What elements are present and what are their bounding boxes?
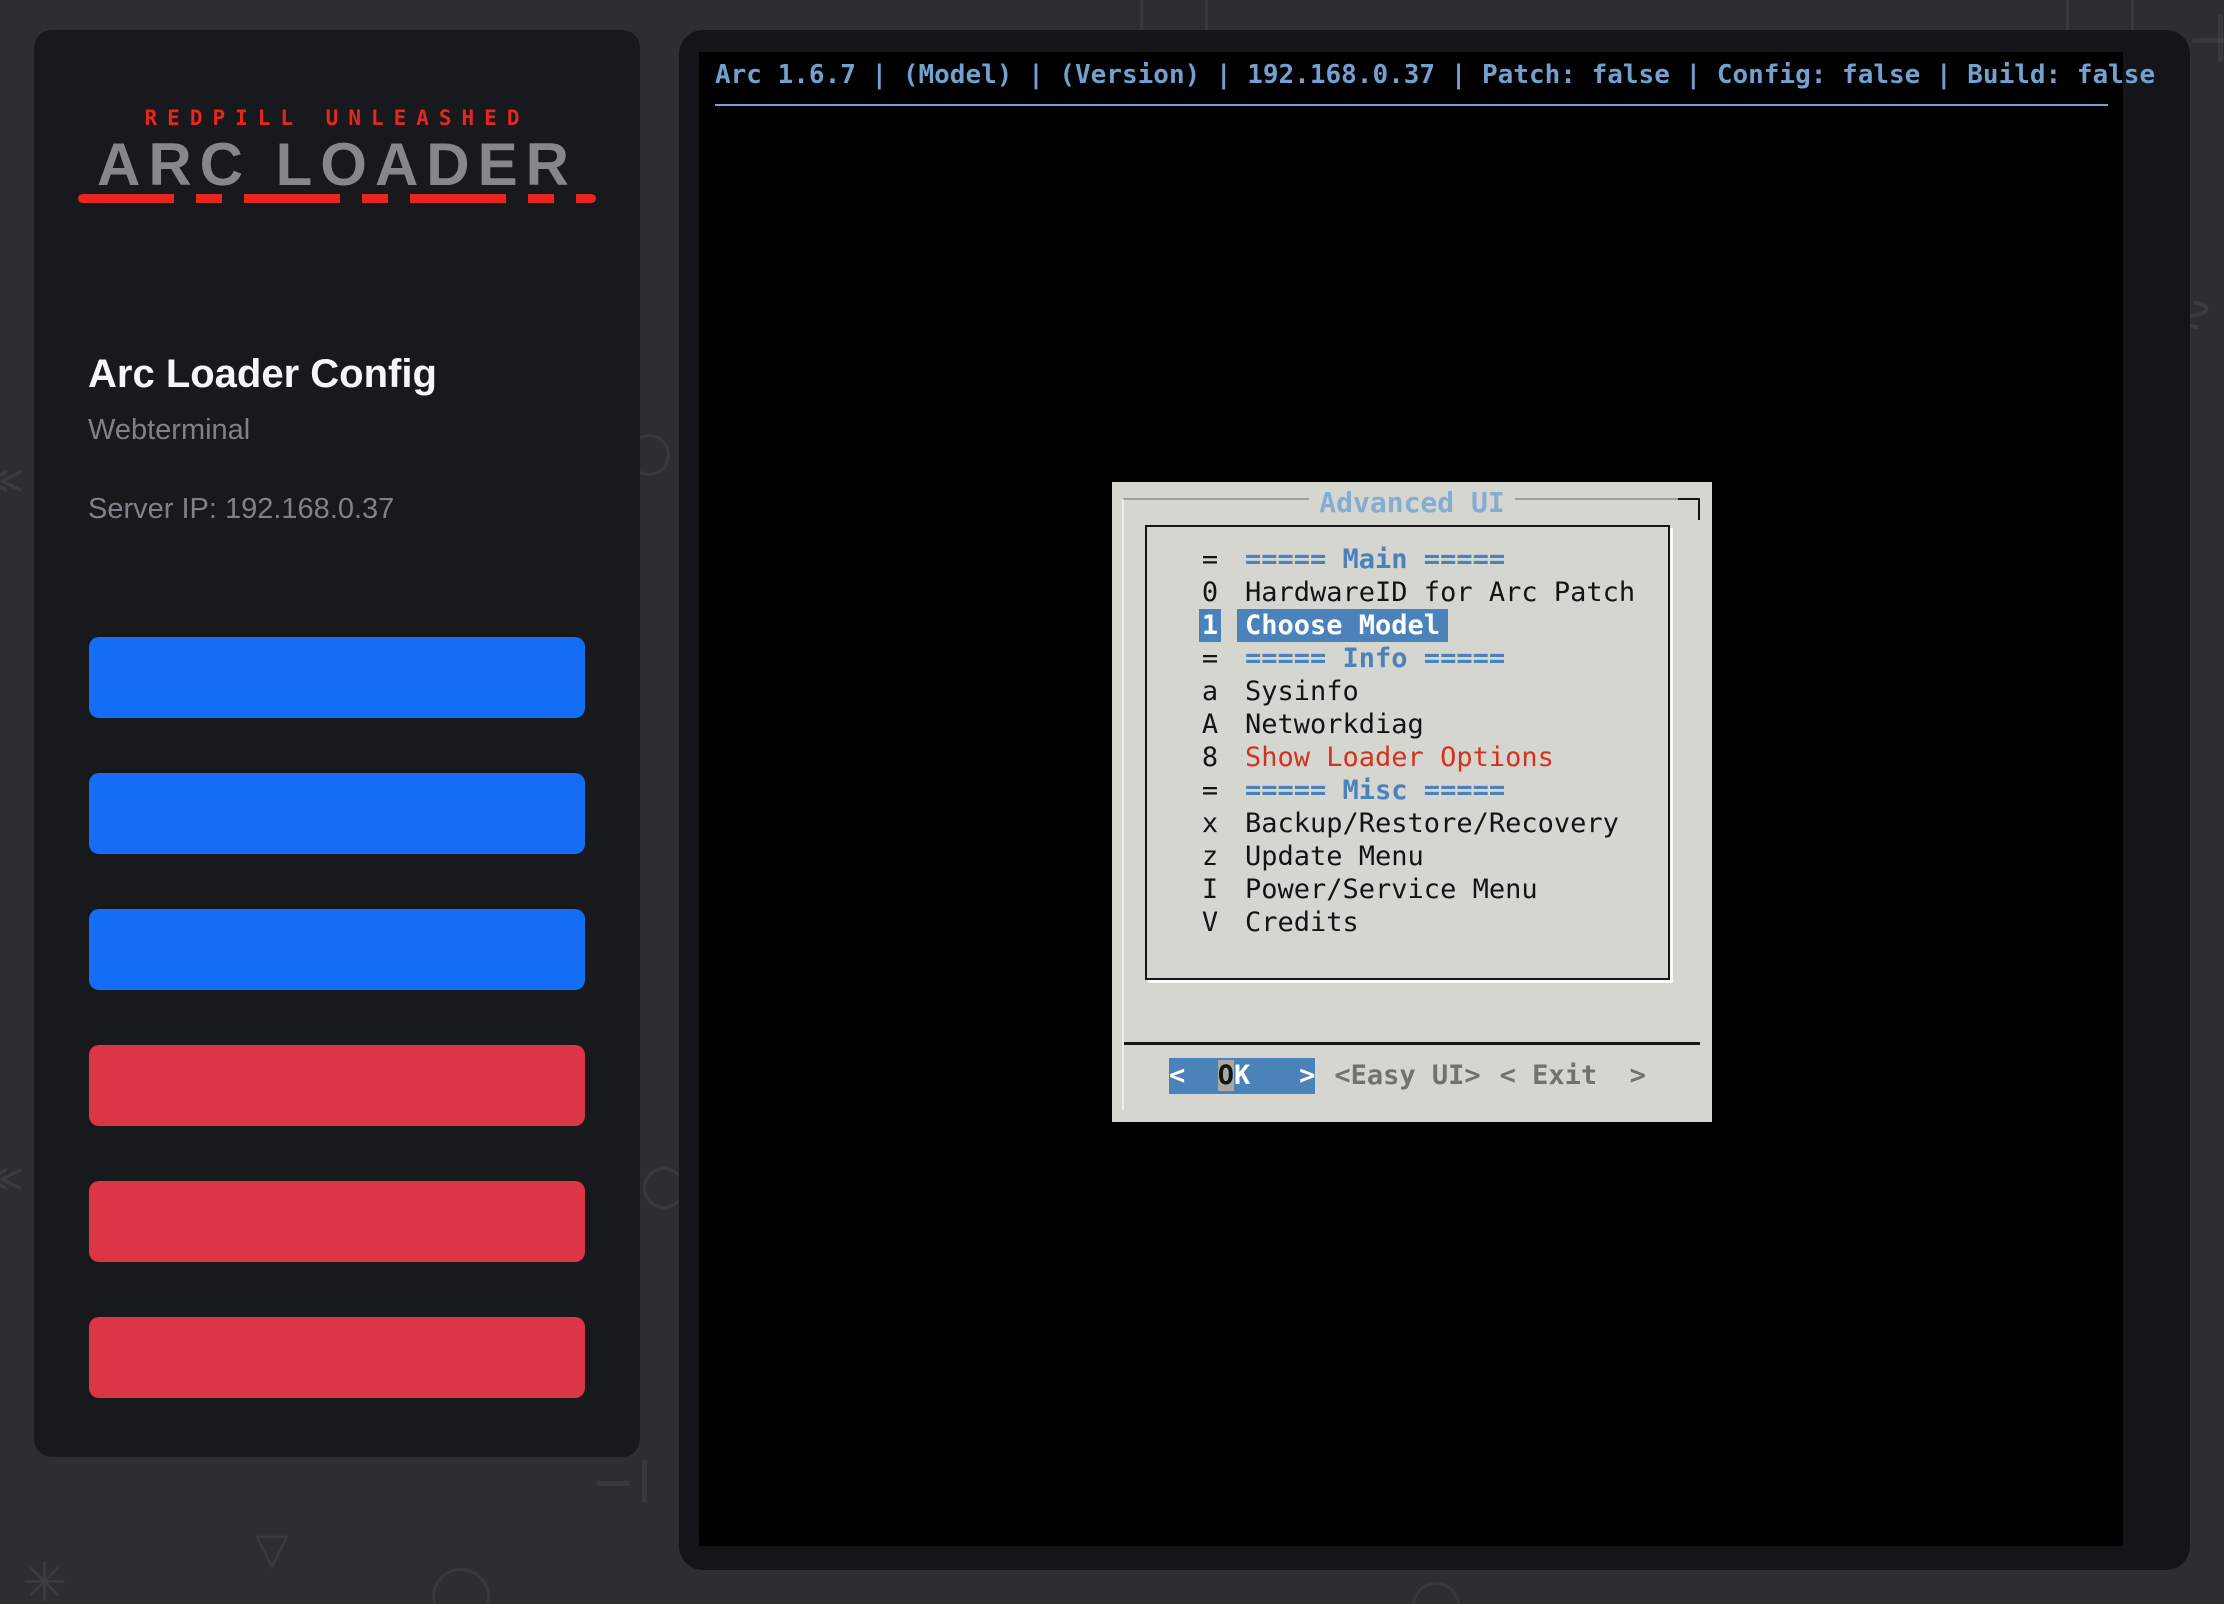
menu-item-label: ===== Main =====: [1245, 543, 1505, 576]
page-title: Arc Loader Config: [88, 352, 437, 397]
terminal-screen[interactable]: Arc 1.6.7 | (Model) | (Version) | 192.16…: [699, 52, 2123, 1546]
menu-item[interactable]: a Sysinfo: [1199, 675, 1668, 708]
menu-item[interactable]: z Update Menu: [1199, 840, 1668, 873]
exit-button[interactable]: < Exit >: [1500, 1058, 1646, 1094]
background-decoration-chevrons: ≪: [0, 1160, 24, 1198]
dialog-menu: = ===== Main ===== 0 HardwareID for Arc …: [1145, 525, 1670, 980]
menu-item-key: x: [1199, 807, 1221, 840]
background-decoration-circle: [1412, 1582, 1460, 1604]
background-decoration-dash: [596, 1481, 630, 1486]
menu-item[interactable]: 8 Show Loader Options: [1199, 741, 1668, 774]
ok-button[interactable]: < OK >: [1169, 1058, 1315, 1094]
page: ▽ ✳ ∿ ≪ ≪ REDPILL UNLEASHED ARC LOADER A…: [0, 0, 2224, 1604]
menu-item-key: a: [1199, 675, 1221, 708]
menu-item-label: HardwareID for Arc Patch: [1245, 576, 1635, 609]
background-decoration-triangle: ▽: [255, 1528, 289, 1572]
server-ip-label: Server IP: 192.168.0.37: [88, 493, 394, 526]
menu-item-key: =: [1199, 774, 1221, 807]
menu-item[interactable]: = ===== Misc =====: [1199, 774, 1668, 807]
dialog-title: Advanced UI: [1112, 486, 1712, 519]
logo-dashed-underline: [78, 194, 596, 203]
background-decoration-chevrons: ≪: [0, 462, 24, 500]
menu-item[interactable]: x Backup/Restore/Recovery: [1199, 807, 1668, 840]
menu-item-key: z: [1199, 840, 1221, 873]
menu-item-label: Credits: [1245, 906, 1359, 939]
menu-item[interactable]: 0 HardwareID for Arc Patch: [1199, 576, 1668, 609]
background-decoration-dash: [2192, 38, 2224, 43]
menu-item-key: 1: [1199, 609, 1221, 642]
sidebar-button[interactable]: [89, 637, 585, 718]
menu-item[interactable]: V Credits: [1199, 906, 1668, 939]
menu-item-key: =: [1199, 642, 1221, 675]
sidebar-button[interactable]: [89, 1045, 585, 1126]
menu-item[interactable]: 1 Choose Model: [1199, 609, 1668, 642]
sidebar-button[interactable]: [89, 1181, 585, 1262]
sidebar-button[interactable]: [89, 773, 585, 854]
dialog-button-divider: [1124, 1042, 1700, 1045]
menu-item-label: Networkdiag: [1245, 708, 1424, 741]
menu-item[interactable]: A Networkdiag: [1199, 708, 1668, 741]
menu-item-label: Power/Service Menu: [1245, 873, 1538, 906]
text-cursor: O: [1218, 1060, 1234, 1091]
menu-item-key: 0: [1199, 576, 1221, 609]
menu-item-label: Sysinfo: [1245, 675, 1359, 708]
menu-item[interactable]: = ===== Info =====: [1199, 642, 1668, 675]
terminal-status-divider: [715, 104, 2108, 106]
menu-item-label: Choose Model: [1237, 609, 1448, 642]
menu-item-label: Backup/Restore/Recovery: [1245, 807, 1619, 840]
background-decoration-dash: [642, 1459, 647, 1503]
logo-tagline: REDPILL UNLEASHED: [34, 106, 640, 130]
page-subtitle: Webterminal: [88, 414, 250, 447]
background-decoration-circle: [432, 1568, 490, 1604]
menu-item-label: ===== Info =====: [1245, 642, 1505, 675]
menu-item[interactable]: = ===== Main =====: [1199, 543, 1668, 576]
menu-item-key: V: [1199, 906, 1221, 939]
menu-item[interactable]: I Power/Service Menu: [1199, 873, 1668, 906]
menu-item-key: 8: [1199, 741, 1221, 774]
sidebar: REDPILL UNLEASHED ARC LOADER Arc Loader …: [34, 30, 640, 1457]
menu-item-label: Update Menu: [1245, 840, 1424, 873]
logo-title: ARC LOADER: [34, 130, 640, 199]
dialog-buttons: < OK > <Easy UI> < Exit >: [1169, 1058, 1646, 1094]
sidebar-button[interactable]: [89, 909, 585, 990]
webterminal-window: Arc 1.6.7 | (Model) | (Version) | 192.16…: [679, 30, 2190, 1570]
sidebar-button[interactable]: [89, 1317, 585, 1398]
menu-item-key: A: [1199, 708, 1221, 741]
menu-item-key: I: [1199, 873, 1221, 906]
menu-item-label: Show Loader Options: [1245, 741, 1554, 774]
background-decoration-dash: [2218, 14, 2223, 62]
menu-item-label: ===== Misc =====: [1245, 774, 1505, 807]
sidebar-buttons: [89, 637, 585, 1398]
advanced-ui-dialog: Advanced UI = ===== Main ===== 0 Hardwar…: [1112, 482, 1712, 1122]
background-decoration-star: ✳: [22, 1556, 67, 1604]
terminal-status-line: Arc 1.6.7 | (Model) | (Version) | 192.16…: [715, 60, 2108, 90]
menu-item-key: =: [1199, 543, 1221, 576]
easy-ui-button[interactable]: <Easy UI>: [1334, 1058, 1480, 1094]
